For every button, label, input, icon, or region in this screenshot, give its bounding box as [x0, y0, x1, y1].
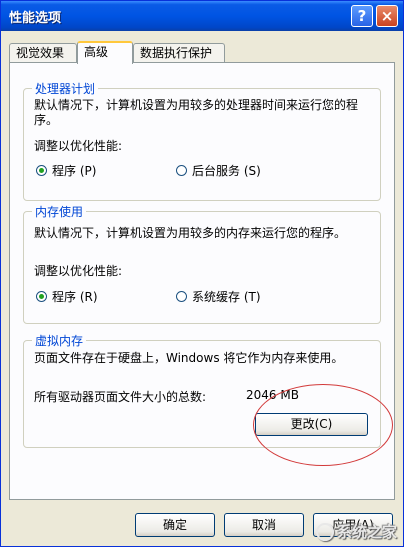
- radio-unchecked-icon: [176, 165, 187, 176]
- radio-checked-icon: [36, 291, 47, 302]
- radio-checked-icon: [36, 165, 47, 176]
- virtual-memory-group-title: 虚拟内存: [32, 332, 87, 349]
- processor-background-services-radio[interactable]: 后台服务 (S): [176, 162, 261, 179]
- memory-group-title: 内存使用: [32, 203, 87, 220]
- memory-optimize-label: 调整以优化性能:: [34, 264, 123, 278]
- tab-advanced[interactable]: 高级: [77, 41, 133, 64]
- close-button[interactable]: ×: [376, 5, 398, 27]
- memory-usage-group: 内存使用 默认情况下，计算机设置为用较多的内存来运行您的程序。 调整以优化性能:…: [23, 203, 381, 324]
- watermark-logo-icon: [315, 522, 334, 541]
- cancel-button[interactable]: 取消: [224, 513, 304, 537]
- site-watermark: 系统之家: [315, 521, 397, 542]
- memory-system-cache-label: 系统缓存 (T): [192, 290, 261, 304]
- watermark-text: 系统之家: [336, 523, 397, 541]
- processor-group-title: 处理器计划: [32, 80, 99, 97]
- processor-description: 默认情况下，计算机设置为用较多的处理器时间来运行您的程序。: [34, 98, 359, 127]
- performance-options-window: 性能选项 ? × 视觉效果 高级 数据执行保护 处理器计划 默认情况下，计算机设…: [0, 0, 404, 547]
- memory-description: 默认情况下，计算机设置为用较多的内存来运行您的程序。: [34, 226, 347, 240]
- processor-background-services-label: 后台服务 (S): [192, 164, 261, 178]
- help-button[interactable]: ?: [351, 5, 373, 27]
- processor-scheduling-group: 处理器计划 默认情况下，计算机设置为用较多的处理器时间来运行您的程序。 调整以优…: [23, 80, 381, 201]
- window-title: 性能选项: [9, 11, 62, 26]
- memory-programs-radio[interactable]: 程序 (R): [36, 288, 98, 305]
- processor-optimize-label: 调整以优化性能:: [34, 139, 123, 153]
- virtual-memory-description: 页面文件存在于硬盘上，Windows 将它作为内存来使用。: [34, 351, 344, 365]
- memory-system-cache-radio[interactable]: 系统缓存 (T): [176, 288, 261, 305]
- red-highlight-circle: [253, 384, 393, 466]
- paging-file-total-label: 所有驱动器页面文件大小的总数:: [34, 390, 207, 404]
- processor-programs-radio[interactable]: 程序 (P): [36, 162, 96, 179]
- tab-data-execution-prevention[interactable]: 数据执行保护: [133, 43, 225, 63]
- help-icon: ?: [357, 7, 367, 25]
- title-bar[interactable]: 性能选项 ? ×: [1, 1, 403, 31]
- radio-unchecked-icon: [176, 291, 187, 302]
- tab-visual-effects[interactable]: 视觉效果: [9, 43, 77, 63]
- close-icon: ×: [380, 7, 394, 25]
- memory-programs-label: 程序 (R): [52, 290, 98, 304]
- processor-programs-label: 程序 (P): [52, 164, 97, 178]
- ok-button[interactable]: 确定: [135, 513, 215, 537]
